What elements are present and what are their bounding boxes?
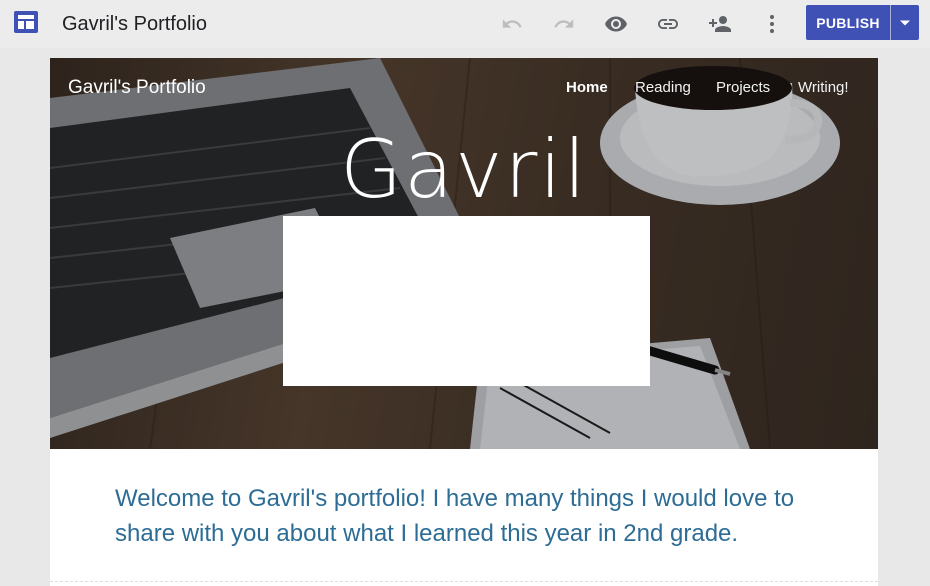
nav-home[interactable]: Home bbox=[566, 78, 608, 98]
publish-divider bbox=[890, 5, 891, 40]
more-vert-icon[interactable] bbox=[758, 10, 786, 38]
site-name[interactable]: Gavril's Portfolio bbox=[68, 76, 206, 100]
preview-icon[interactable] bbox=[602, 10, 630, 38]
hero-title[interactable]: Gavril bbox=[50, 124, 878, 216]
nav-writing[interactable]: Writing! bbox=[798, 78, 849, 98]
sites-logo-icon[interactable] bbox=[14, 11, 38, 33]
editor-toolbar: Gavril's Portfolio PUBLISH bbox=[0, 0, 930, 48]
redo-icon[interactable] bbox=[550, 10, 578, 38]
hero-image-placeholder[interactable] bbox=[283, 216, 650, 386]
nav-projects[interactable]: Projects bbox=[716, 78, 770, 98]
nav-reading[interactable]: Reading bbox=[635, 78, 691, 98]
undo-icon[interactable] bbox=[498, 10, 526, 38]
welcome-text[interactable]: Welcome to Gavril's portfolio! I have ma… bbox=[115, 481, 835, 551]
doc-title[interactable]: Gavril's Portfolio bbox=[62, 12, 207, 36]
publish-button-group: PUBLISH bbox=[806, 5, 919, 40]
hero-banner[interactable]: Gavril's Portfolio Home Reading Projects… bbox=[50, 58, 878, 449]
publish-button[interactable]: PUBLISH bbox=[806, 5, 890, 40]
share-icon[interactable] bbox=[706, 10, 734, 38]
section-divider bbox=[50, 581, 878, 582]
link-icon[interactable] bbox=[654, 10, 682, 38]
dropdown-arrow-icon[interactable] bbox=[891, 5, 919, 40]
site-canvas: Gavril's Portfolio Home Reading Projects… bbox=[50, 58, 878, 586]
